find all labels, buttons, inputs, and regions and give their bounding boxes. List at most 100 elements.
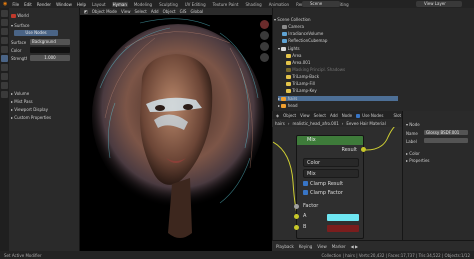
menu-help[interactable]: Help [77,2,86,7]
zoom-icon[interactable] [259,31,269,40]
data-type-dropdown[interactable]: Color [303,158,359,167]
menu-render[interactable]: Render [37,2,51,7]
workspace-tab-uv-editing[interactable]: UV Editing [184,2,207,7]
particles-tab-icon[interactable] [1,82,8,89]
outliner-item-camera[interactable]: Camera [282,24,304,29]
a-input-socket[interactable] [294,214,299,219]
tool-tab-icon[interactable] [1,10,8,17]
outliner-item-reflection[interactable]: ReflectionCubemap [282,38,327,43]
view-layer-tab-icon[interactable] [1,37,8,44]
surface-header[interactable]: ▾ Surface [11,22,79,29]
timeline-marker[interactable]: Marker [332,244,346,249]
strength-field[interactable]: 1.000 [30,55,70,61]
node-name-field[interactable]: Glossy BSDF.001 [424,130,468,135]
node-menu-add[interactable]: Add [330,113,338,118]
outliner-item-hairs[interactable]: ▸ hairs [278,96,398,101]
status-bar: Set Active Modifier Collection | hairs |… [0,251,474,259]
object-mode-dropdown[interactable]: Object Mode [92,9,117,14]
use-nodes-checkbox[interactable]: Use Nodes [356,113,383,118]
workspace-tab-animation[interactable]: Animation [268,2,290,7]
output-tab-icon[interactable] [1,28,8,35]
workspace-tab-layout[interactable]: Layout [91,2,107,7]
camera-view-icon[interactable] [259,53,269,62]
outliner-item-trilamp-key[interactable]: TriLamp-Key [286,88,317,93]
outliner-root[interactable]: ▾ Scene Collection [274,17,311,22]
outliner-item-head[interactable]: ▸ head [278,103,298,108]
blend-mode-dropdown[interactable]: Mix [303,169,359,178]
workspace-tab-shading[interactable]: Shading [244,2,262,7]
play-icon[interactable]: ◀ ▶ [351,244,358,249]
breadcrumb-mesh[interactable]: realistic_head_afro.001 [292,121,338,126]
result-output-socket[interactable] [361,147,366,152]
menu-window[interactable]: Window [56,2,72,7]
camera-label: Camera [288,24,304,29]
physics-tab-icon[interactable] [1,91,8,98]
mix-node[interactable]: Mix Result Color Mix Clamp Result Clamp … [296,135,364,239]
timeline-view[interactable]: View [317,244,327,249]
timeline-keying[interactable]: Keying [299,244,312,249]
timeline-playback[interactable]: Playback [276,244,294,249]
blender-logo-icon[interactable]: ◉ [3,1,7,7]
viewport-display-section[interactable]: ▸ Viewport Display [11,106,79,113]
outliner-item-irradiance[interactable]: IrradianceVolume [282,31,323,36]
3d-viewport[interactable] [80,8,272,251]
color-swatch[interactable] [30,47,70,53]
node-label-field[interactable] [424,138,468,143]
workspace-tab-texture-paint[interactable]: Texture Paint [212,2,240,7]
node-section-header[interactable]: ▾ Node [406,122,420,127]
surface-shader-field[interactable]: Background [30,39,70,45]
mist-pass-section[interactable]: ▸ Mist Pass [11,98,79,105]
node-editor-type-icon[interactable]: ◈ [276,113,279,118]
scene-tab-icon[interactable] [1,46,8,53]
b-color-swatch[interactable] [327,225,359,232]
node-menu-view[interactable]: View [300,113,310,118]
scene-selector[interactable]: Scene [302,1,340,7]
object-tab-icon[interactable] [1,64,8,71]
outliner-item-lights[interactable]: ▾ Lights [278,46,300,51]
outliner-item-trilamp-back[interactable]: TriLamp-Back [286,74,319,79]
viewport-menu-select[interactable]: Select [134,9,146,14]
axis-gizmo-icon[interactable] [259,20,269,29]
name-label: Name [406,131,418,136]
workspace-tab-sculpting[interactable]: Sculpting [158,2,179,7]
world-tab-icon[interactable] [1,55,8,62]
menu-file[interactable]: File [12,2,19,7]
custom-properties-section[interactable]: ▸ Custom Properties [11,114,79,121]
properties-section-header[interactable]: ▸ Properties [406,158,430,163]
pan-hand-icon[interactable] [259,42,269,51]
outliner-item-masking[interactable]: Masking Principl. Shadows [286,67,345,72]
render-tab-icon[interactable] [1,19,8,26]
world-name-row[interactable]: World [11,12,79,19]
mist-pass-label: Mist Pass [14,99,33,104]
viewport-menu-add[interactable]: Add [151,9,159,14]
outliner-item-area[interactable]: Area [286,53,302,58]
b-input-socket[interactable] [294,225,299,230]
breadcrumb-object[interactable]: hairs [275,121,285,126]
node-menu-select[interactable]: Select [314,113,326,118]
mix-node-title: Mix [307,137,316,143]
editor-type-icon[interactable]: ◩ [84,9,88,14]
surface-field-label: Surface [11,40,27,45]
viewport-menu-view[interactable]: View [121,9,131,14]
viewport-menu-object[interactable]: Object [163,9,176,14]
workspace-tab-modeling[interactable]: Modeling [133,2,153,7]
menu-edit[interactable]: Edit [24,2,32,7]
node-menu-node[interactable]: Node [342,113,352,118]
outliner-item-trilamp-fill[interactable]: TriLamp-Fill [286,81,315,86]
modifier-tab-icon[interactable] [1,73,8,80]
outliner-item-area-001[interactable]: Area.001 [286,60,310,65]
use-nodes-button[interactable]: Use Nodes [14,30,58,36]
node-menu-object[interactable]: Object [283,113,296,118]
clamp-result-checkbox[interactable]: Clamp Result [303,181,343,188]
factor-input-socket[interactable] [294,204,299,209]
clamp-factor-checkbox[interactable]: Clamp Factor [303,190,343,197]
workspace-tab-hyman[interactable]: Hyman [111,1,128,7]
mix-node-header[interactable]: Mix [297,136,363,145]
volume-section[interactable]: ▸ Volume [11,90,79,97]
transform-orientation-dropdown[interactable]: Global [190,9,203,14]
a-color-swatch[interactable] [327,214,359,221]
breadcrumb-material[interactable]: Eevee Hair Material [346,121,385,126]
color-section-header[interactable]: ▸ Color [406,151,420,156]
viewport-menu-gis[interactable]: GIS [180,9,187,14]
view-layer-selector[interactable]: View Layer [416,1,462,7]
